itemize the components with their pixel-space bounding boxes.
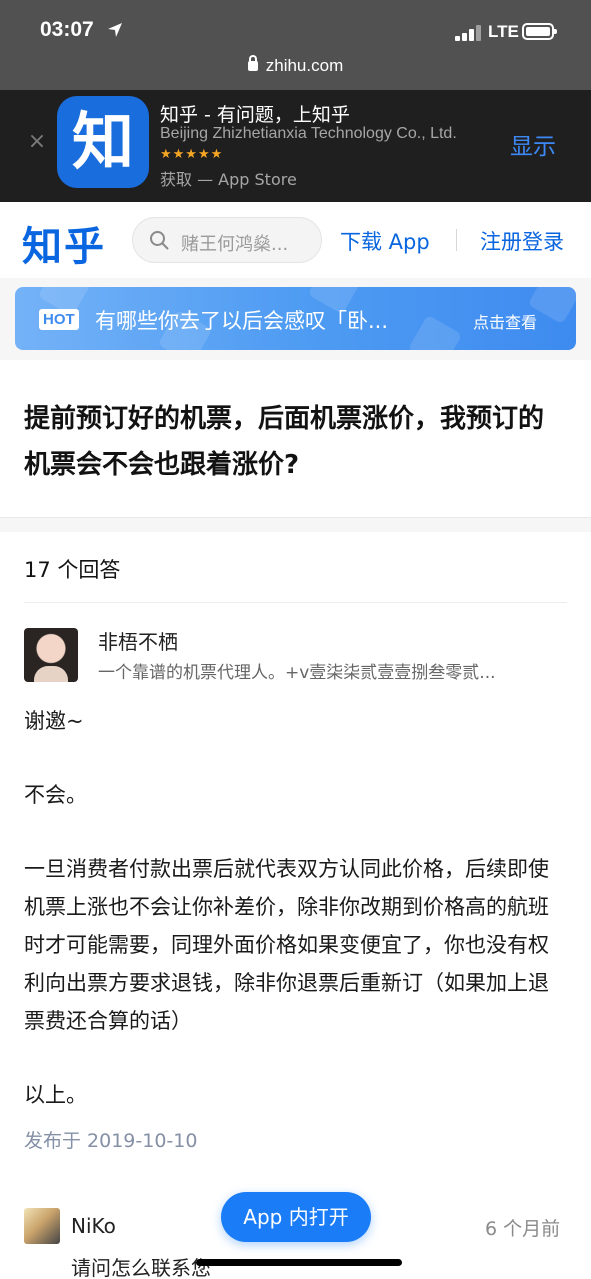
answer-paragraph: 一旦消费者付款出票后就代表双方认同此价格，后续即使机票上涨也不会让你补差价，除非… <box>24 857 549 1033</box>
hot-view-link[interactable]: 点击查看 <box>473 309 537 333</box>
banner-developer: Beijing Zhizhetianxia Technology Co., Lt… <box>160 125 457 142</box>
lock-icon <box>247 55 258 71</box>
author-avatar[interactable] <box>24 628 78 682</box>
hot-banner-area: HOT 有哪些你去了以后会感叹「卧... 点击查看 <box>0 278 591 360</box>
download-app-link[interactable]: 下载 App <box>340 226 430 256</box>
status-time: 03:07 <box>40 18 94 41</box>
question-card: 提前预订好的机票，后面机票涨价，我预订的机票会不会也跟着涨价? <box>0 360 591 518</box>
author-bio: 一个靠谱的机票代理人。+v壹柒柒贰壹壹捌叁零贰... <box>98 663 496 683</box>
url-domain: zhihu.com <box>265 56 344 75</box>
search-box[interactable]: 赌王何鸿燊... <box>132 217 322 263</box>
answer-paragraph: 以上。 <box>24 1083 87 1107</box>
url-bar[interactable]: zhihu.com <box>0 55 591 76</box>
banner-get-label: 获取 — App Store <box>160 170 297 189</box>
zhihu-logo[interactable]: 知乎 <box>22 214 106 272</box>
rating-stars: ★★★★★ <box>160 147 224 162</box>
banner-app-title: 知乎 - 有问题，上知乎 <box>160 104 350 126</box>
header-divider <box>456 229 457 251</box>
answer-count: 17 个回答 <box>24 558 121 582</box>
answer-paragraph: 谢邀~ <box>24 709 84 733</box>
author-name[interactable]: 非梧不栖 <box>98 626 178 655</box>
open-in-app-button[interactable]: App 内打开 <box>221 1192 371 1242</box>
answer-body: 谢邀~ 不会。 一旦消费者付款出票后就代表双方认同此价格，后续即使机票上涨也不会… <box>24 702 569 1150</box>
zhihu-app-icon[interactable]: 知 <box>57 96 149 188</box>
show-app-button[interactable]: 显示 <box>510 127 556 161</box>
ios-status-bar: 03:07 LTE zhihu.com <box>0 0 591 90</box>
comment-text: 请问怎么联系您 <box>71 1256 211 1279</box>
hot-topic-text: 有哪些你去了以后会感叹「卧... <box>95 309 389 333</box>
hot-topic-banner[interactable]: HOT 有哪些你去了以后会感叹「卧... 点击查看 <box>15 287 576 350</box>
question-title: 提前预订好的机票，后面机票涨价，我预订的机票会不会也跟着涨价? <box>24 404 545 480</box>
answer-paragraph: 不会。 <box>24 783 87 807</box>
search-input[interactable]: 赌王何鸿燊... <box>181 230 311 256</box>
answers-section: 17 个回答 非梧不栖 一个靠谱的机票代理人。+v壹柒柒贰壹壹捌叁零贰... 谢… <box>0 532 591 1279</box>
network-type: LTE <box>488 22 519 41</box>
battery-icon <box>522 23 557 40</box>
register-login-link[interactable]: 注册登录 <box>480 226 564 256</box>
home-indicator[interactable] <box>196 1259 402 1266</box>
comment-avatar[interactable] <box>24 1208 60 1244</box>
app-store-banner: × 知 知乎 - 有问题，上知乎 Beijing Zhizhetianxia T… <box>0 90 591 202</box>
location-arrow-icon <box>108 23 122 37</box>
comment-author[interactable]: NiKo <box>71 1214 116 1238</box>
search-icon <box>150 231 169 250</box>
hot-badge: HOT <box>39 309 79 330</box>
site-header: 知乎 赌王何鸿燊... 下载 App 注册登录 <box>0 202 591 278</box>
divider <box>24 602 567 603</box>
close-icon[interactable]: × <box>27 131 47 153</box>
comment-time: 6 个月前 <box>485 1218 561 1240</box>
signal-strength-icon <box>455 25 483 41</box>
answer-date: 发布于 2019-10-10 <box>24 1130 198 1152</box>
